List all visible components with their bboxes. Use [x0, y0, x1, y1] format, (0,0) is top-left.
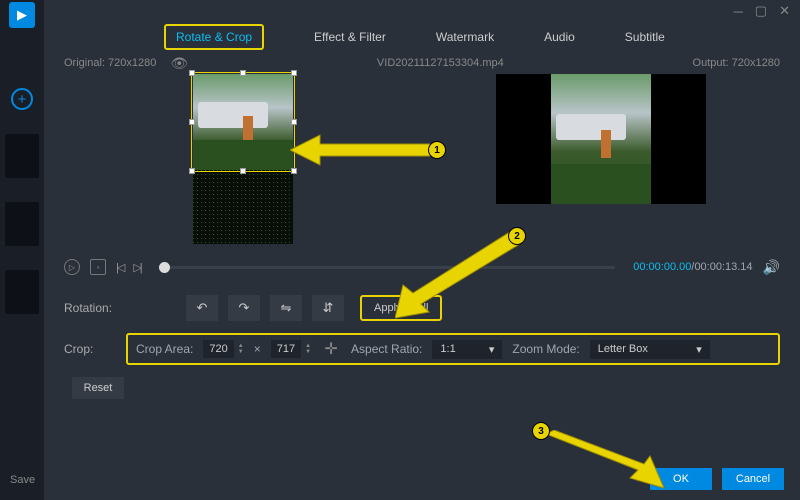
- crop-handle[interactable]: [189, 119, 195, 125]
- times-label: ×: [254, 342, 261, 356]
- time-display: 00:00:00.00/00:00:13.14: [633, 261, 752, 273]
- seek-track[interactable]: [159, 266, 616, 269]
- cancel-button[interactable]: Cancel: [722, 468, 784, 490]
- rotate-right-button[interactable]: ↷: [228, 295, 260, 321]
- annotation-badge-1: 1: [428, 141, 446, 159]
- tab-audio[interactable]: Audio: [544, 30, 575, 44]
- crop-handle[interactable]: [189, 70, 195, 76]
- chevron-down-icon: ▾: [696, 343, 702, 356]
- annotation-arrow: [546, 430, 666, 490]
- annotation-arrow: [290, 130, 430, 170]
- close-icon[interactable]: ✕: [779, 3, 790, 19]
- output-preview: [422, 74, 780, 249]
- aspect-ratio-label: Aspect Ratio:: [351, 342, 422, 356]
- crop-height-input[interactable]: 717: [271, 340, 301, 358]
- window-controls: ─ ▢ ✕: [44, 0, 800, 22]
- crop-area-label: Crop Area:: [136, 342, 193, 356]
- app-logo-icon: ▶: [9, 2, 35, 28]
- original-dimensions: Original: 720x1280: [64, 57, 156, 69]
- stop-button[interactable]: ▫: [90, 259, 106, 275]
- rotation-label: Rotation:: [64, 301, 116, 315]
- crop-handle[interactable]: [291, 70, 297, 76]
- flip-horizontal-button[interactable]: ⇋: [270, 295, 302, 321]
- aspect-ratio-select[interactable]: 1:1▾: [432, 340, 502, 359]
- timeline-slot[interactable]: [5, 134, 39, 178]
- flip-vertical-button[interactable]: ⇵: [312, 295, 344, 321]
- crop-row: Crop: Crop Area: 720 ▲▼ × 717 ▲▼ ✛ Aspec…: [64, 333, 780, 365]
- next-frame-button[interactable]: ▷|: [133, 261, 140, 274]
- crop-selection-box[interactable]: [191, 72, 295, 172]
- save-label[interactable]: Save: [10, 474, 35, 486]
- tab-subtitle[interactable]: Subtitle: [625, 30, 665, 44]
- stepper-icon[interactable]: ▲▼: [305, 343, 311, 355]
- zoom-mode-select[interactable]: Letter Box▾: [590, 340, 710, 359]
- play-button[interactable]: ▷: [64, 259, 80, 275]
- center-crop-icon[interactable]: ✛: [321, 339, 341, 359]
- seek-thumb[interactable]: [159, 262, 170, 273]
- tab-rotate-crop[interactable]: Rotate & Crop: [164, 24, 264, 50]
- add-media-button[interactable]: +: [11, 88, 33, 110]
- info-bar: Original: 720x1280 👁 VID20211127153304.m…: [44, 52, 800, 74]
- volume-icon[interactable]: 🔊: [763, 259, 780, 276]
- annotation-badge-3: 3: [532, 422, 550, 440]
- editor-tabs: Rotate & Crop Effect & Filter Watermark …: [44, 22, 800, 52]
- crop-width-input[interactable]: 720: [203, 340, 233, 358]
- timeline-slot[interactable]: [5, 202, 39, 246]
- prev-frame-button[interactable]: |◁: [116, 261, 123, 274]
- maximize-icon[interactable]: ▢: [755, 3, 767, 19]
- output-dimensions: Output: 720x1280: [693, 57, 780, 69]
- crop-handle[interactable]: [189, 168, 195, 174]
- crop-label: Crop:: [64, 342, 116, 356]
- tab-effect-filter[interactable]: Effect & Filter: [314, 30, 386, 44]
- crop-handle[interactable]: [240, 168, 246, 174]
- tab-watermark[interactable]: Watermark: [436, 30, 494, 44]
- zoom-mode-label: Zoom Mode:: [512, 342, 579, 356]
- chevron-down-icon: ▾: [489, 343, 495, 356]
- annotation-arrow: [395, 230, 525, 320]
- crop-handle[interactable]: [291, 119, 297, 125]
- rotate-left-button[interactable]: ↶: [186, 295, 218, 321]
- reset-button[interactable]: Reset: [72, 377, 124, 399]
- preview-eye-icon[interactable]: 👁: [170, 55, 188, 72]
- video-frame-image: [193, 170, 293, 244]
- minimize-icon[interactable]: ─: [734, 4, 743, 19]
- stepper-icon[interactable]: ▲▼: [238, 343, 244, 355]
- annotation-badge-2: 2: [508, 227, 526, 245]
- left-sidebar: ▶ + Save: [0, 0, 44, 500]
- filename-label: VID20211127153304.mp4: [377, 57, 504, 69]
- timeline-slot[interactable]: [5, 270, 39, 314]
- crop-handle[interactable]: [240, 70, 246, 76]
